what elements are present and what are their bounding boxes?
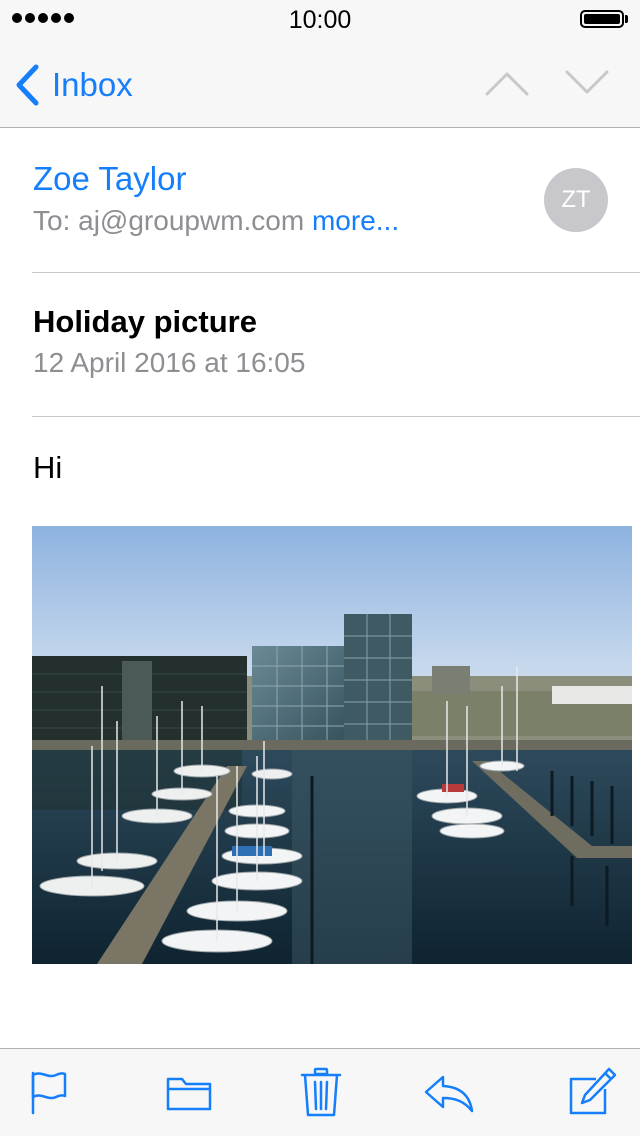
flag-icon [31, 1071, 67, 1115]
move-to-folder-button[interactable] [165, 1067, 215, 1119]
next-message-button[interactable] [564, 68, 610, 98]
previous-message-button[interactable] [484, 68, 530, 98]
message-body: Hi [33, 450, 63, 485]
back-button-label: Inbox [52, 66, 133, 103]
recipient-address[interactable]: aj@groupwm.com [78, 205, 304, 236]
bottom-toolbar [0, 1048, 640, 1136]
back-to-inbox-button[interactable]: Inbox [14, 62, 133, 108]
status-bar: 10:00 [0, 0, 640, 40]
reply-icon [424, 1075, 474, 1113]
trash-icon [300, 1067, 342, 1117]
compose-button[interactable] [568, 1067, 618, 1119]
sender-avatar[interactable]: ZT [544, 168, 608, 232]
message-subject: Holiday picture [33, 304, 257, 339]
reply-button[interactable] [422, 1067, 474, 1119]
battery-level [584, 14, 620, 24]
status-time: 10:00 [288, 6, 352, 34]
to-label: To: [33, 205, 71, 236]
chevron-down-icon [565, 70, 609, 94]
compose-icon [569, 1067, 617, 1115]
recipient-line: To: aj@groupwm.com more... [33, 205, 399, 237]
more-recipients-link[interactable]: more... [312, 205, 399, 236]
attached-photo[interactable] [32, 526, 632, 964]
sender-name[interactable]: Zoe Taylor [33, 160, 186, 198]
message-date: 12 April 2016 at 16:05 [33, 347, 306, 378]
header-divider [32, 272, 640, 273]
flag-button[interactable] [26, 1067, 76, 1119]
battery-tip [625, 15, 628, 23]
chevron-up-icon [485, 72, 529, 96]
delete-button[interactable] [296, 1067, 346, 1119]
navigation-bar: Inbox [0, 40, 640, 128]
chevron-left-icon [16, 64, 39, 106]
battery-icon [580, 10, 624, 28]
folder-icon [166, 1077, 212, 1111]
mail-message-screen: 10:00 Inbox Zoe Taylor To: aj@groupwm.co… [0, 0, 640, 1136]
body-divider [32, 416, 640, 417]
